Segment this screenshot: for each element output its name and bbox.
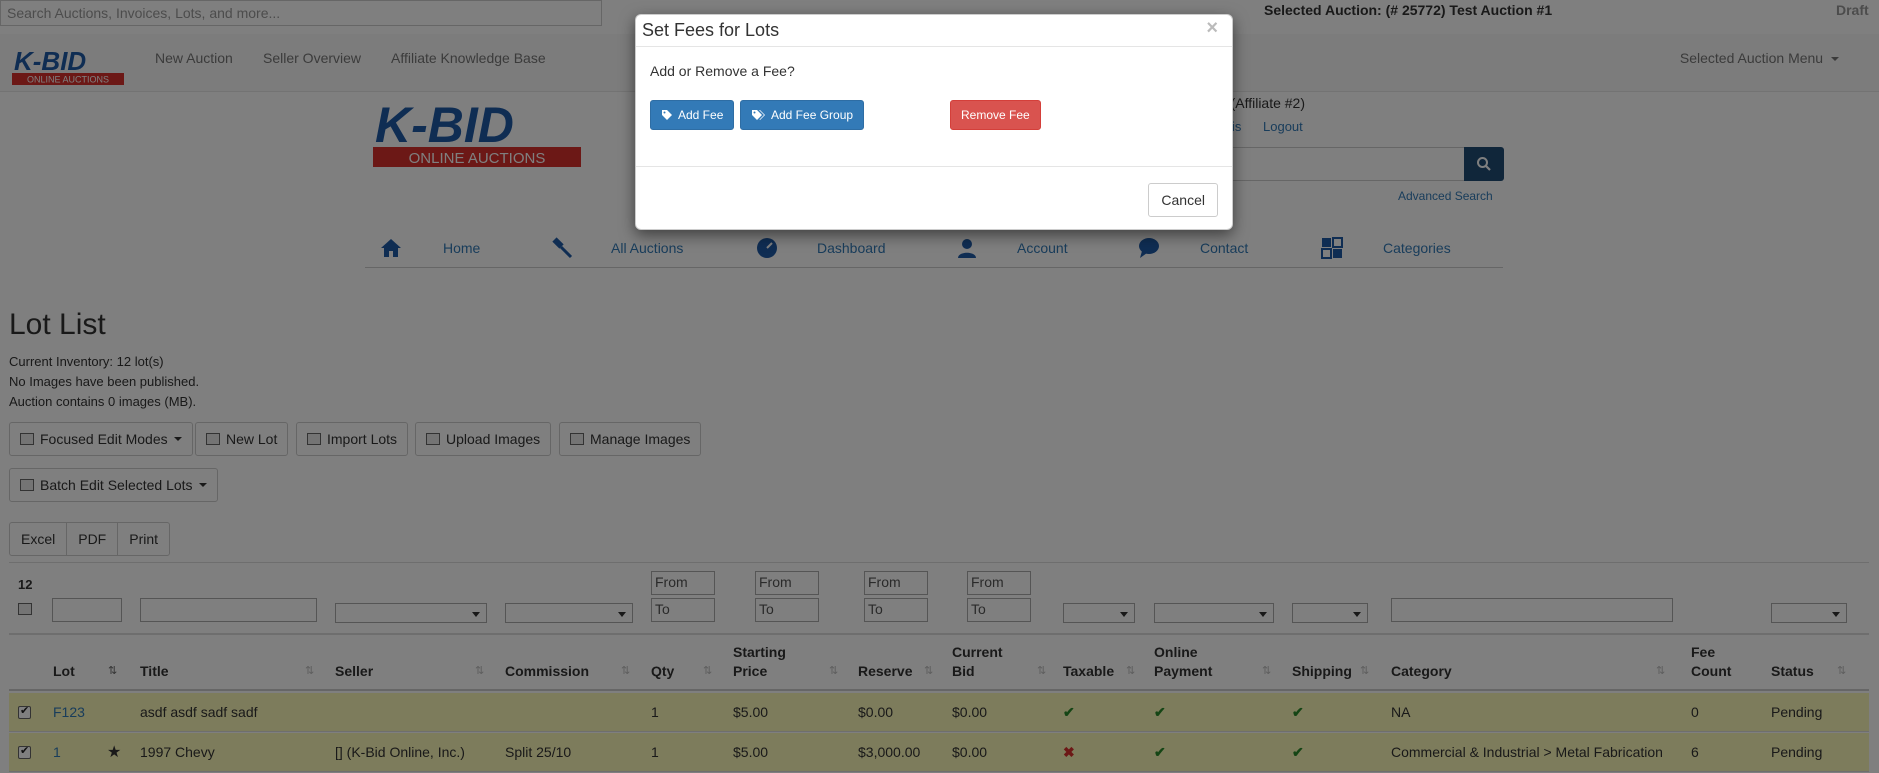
close-icon[interactable]: × [1206, 17, 1218, 40]
remove-fee-button[interactable]: Remove Fee [950, 100, 1041, 130]
tags-icon [752, 110, 765, 120]
add-fee-group-button[interactable]: Add Fee Group [740, 100, 865, 130]
modal-header: Set Fees for Lots × [636, 15, 1232, 47]
cancel-button[interactable]: Cancel [1148, 183, 1218, 217]
modal-footer-divider [636, 166, 1232, 167]
add-fee-group-label: Add Fee Group [771, 108, 854, 122]
add-fee-button[interactable]: Add Fee [650, 100, 735, 130]
add-fee-label: Add Fee [678, 108, 724, 122]
modal-title: Set Fees for Lots [642, 20, 780, 40]
set-fees-modal: Set Fees for Lots × Add or Remove a Fee?… [635, 14, 1233, 230]
tag-icon [662, 110, 672, 120]
modal-prompt: Add or Remove a Fee? [650, 63, 795, 79]
